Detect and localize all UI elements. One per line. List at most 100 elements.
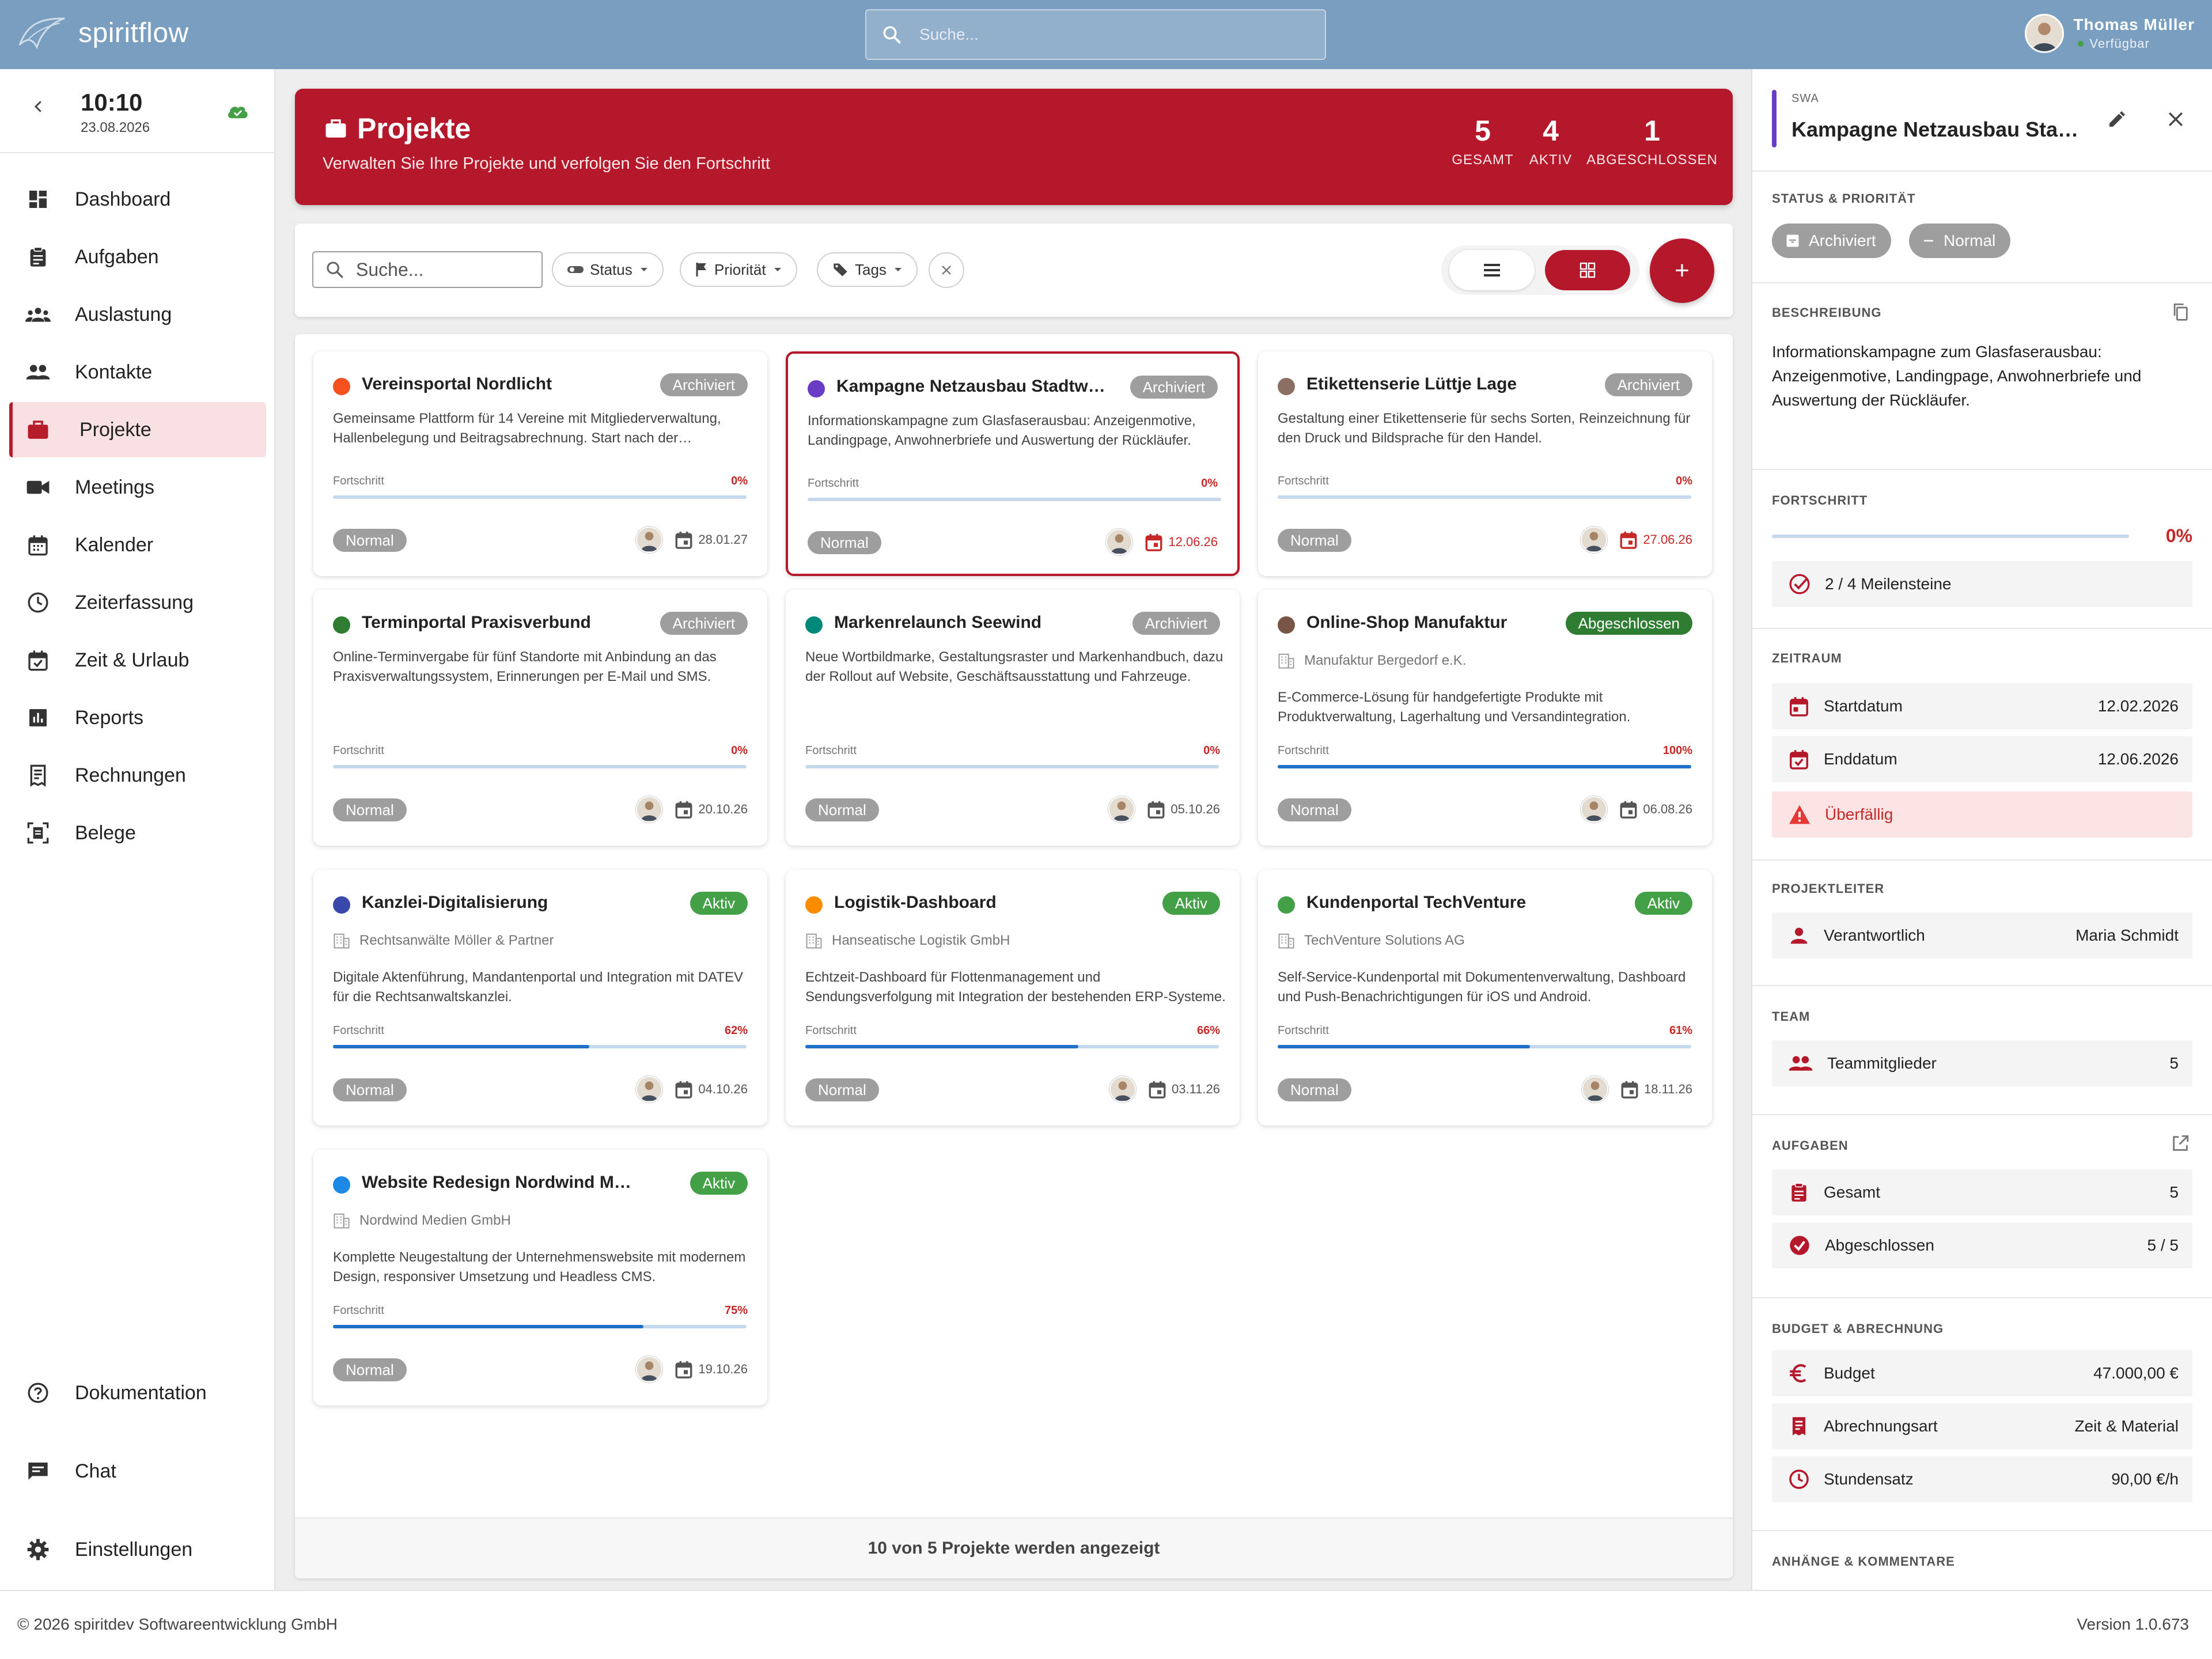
project-grid: Vereinsportal Nordlicht Archiviert Gemeins… bbox=[295, 334, 1733, 1578]
clock-date: 23.08.2026 bbox=[81, 120, 150, 135]
divider bbox=[1752, 1114, 2212, 1115]
copyright: © 2026 spiritdev Softwareentwicklung Gmb… bbox=[17, 1615, 338, 1633]
progress-bar bbox=[805, 1045, 1219, 1048]
project-card[interactable]: Website Redesign Nordwind Medien Aktiv Nor… bbox=[313, 1150, 767, 1406]
due-date: 06.08.26 bbox=[1643, 802, 1692, 816]
chevron-left-icon[interactable] bbox=[30, 98, 47, 115]
user-avatar[interactable] bbox=[2025, 14, 2065, 53]
sidebar-item-dokumentation[interactable]: Dokumentation bbox=[9, 1365, 266, 1421]
project-title: Kampagne Netzausbau Stadtwerke Ahlen bbox=[836, 377, 1107, 396]
project-card[interactable]: Kundenportal TechVenture Aktiv TechVenture… bbox=[1258, 870, 1712, 1126]
priority-chip[interactable]: Normal bbox=[1909, 224, 2011, 258]
people-icon bbox=[1789, 1056, 1813, 1071]
brand[interactable]: spiritflow bbox=[16, 13, 189, 53]
divider bbox=[1752, 1297, 2212, 1298]
list-view-button[interactable] bbox=[1449, 250, 1535, 290]
due-date: 03.11.26 bbox=[1171, 1082, 1220, 1096]
calendar-icon bbox=[1790, 697, 1808, 717]
panel-title: Kampagne Netzausbau Stadtwerke Ahlen bbox=[1791, 118, 2091, 141]
sidebar-item-rechnungen[interactable]: Rechnungen bbox=[9, 748, 266, 803]
project-card[interactable]: Vereinsportal Nordlicht Archiviert Gemeins… bbox=[313, 351, 767, 576]
priority-chip-label: Normal bbox=[1944, 232, 1996, 249]
assignee-avatar[interactable] bbox=[636, 1076, 663, 1103]
status-chip[interactable]: Archiviert bbox=[1772, 224, 1891, 258]
progress-label: Fortschritt bbox=[333, 1024, 384, 1037]
open-external-icon[interactable] bbox=[2171, 1134, 2190, 1153]
project-color-bar bbox=[1772, 90, 1777, 147]
sidebar-item-kontakte[interactable]: Kontakte bbox=[9, 344, 266, 400]
priority-filter-button[interactable]: Priorität bbox=[680, 252, 797, 287]
project-card[interactable]: Online-Shop Manufaktur Abgeschlossen Manuf… bbox=[1258, 590, 1712, 846]
progress-bar-fill bbox=[333, 1045, 590, 1048]
tasks-total-value: 5 bbox=[2169, 1183, 2179, 1201]
sidebar-item-belege[interactable]: Belege bbox=[9, 805, 266, 861]
tags-filter-button[interactable]: Tags bbox=[817, 252, 918, 287]
global-search-input[interactable]: Suche... bbox=[919, 25, 979, 44]
project-card[interactable]: Terminportal Praxisverbund Archiviert Onli… bbox=[313, 590, 767, 846]
assignee-avatar[interactable] bbox=[1581, 796, 1608, 823]
sidebar: 10:10 23.08.2026 Dashboard Aufgaben Ausl… bbox=[0, 69, 275, 1590]
project-card[interactable]: Markenrelaunch Seewind Archiviert Neue Wor… bbox=[786, 590, 1240, 846]
assignee-avatar[interactable] bbox=[636, 1356, 663, 1382]
assignee-avatar[interactable] bbox=[636, 796, 663, 823]
grid-footer: 10 von 5 Projekte werden angezeigt bbox=[295, 1517, 1733, 1578]
grid-view-button[interactable] bbox=[1545, 250, 1630, 290]
priority-badge: Normal bbox=[333, 529, 407, 552]
status-badge: Archiviert bbox=[660, 612, 748, 635]
milestones-row[interactable]: 2 / 4 Meilensteine bbox=[1772, 561, 2192, 607]
project-card[interactable]: Etikettenserie Lüttje Lage Archiviert Gest… bbox=[1258, 351, 1712, 576]
section-title: BUDGET & ABRECHNUNG bbox=[1772, 1321, 1944, 1336]
edit-icon[interactable] bbox=[2106, 109, 2127, 130]
team-row[interactable]: Teammitglieder 5 bbox=[1772, 1040, 2192, 1086]
client-label: Hanseatische Logistik GmbH bbox=[832, 933, 1010, 948]
client-name: TechVenture Solutions AG bbox=[1278, 932, 1465, 949]
sidebar-item-zeit-urlaub[interactable]: Zeit & Urlaub bbox=[9, 632, 266, 688]
sidebar-item-zeiterfassung[interactable]: Zeiterfassung bbox=[9, 575, 266, 630]
building-icon bbox=[806, 933, 822, 949]
project-card[interactable]: Logistik-Dashboard Aktiv Hanseatische Logi… bbox=[786, 870, 1240, 1126]
assignee-avatar[interactable] bbox=[1581, 1076, 1608, 1103]
sidebar-item-meetings[interactable]: Meetings bbox=[9, 460, 266, 515]
user-menu[interactable]: Thomas Müller Verfügbar bbox=[2025, 14, 2195, 53]
sidebar-item-auslastung[interactable]: Auslastung bbox=[9, 287, 266, 342]
sidebar-item-aufgaben[interactable]: Aufgaben bbox=[9, 229, 266, 285]
status-filter-button[interactable]: Status bbox=[552, 252, 664, 287]
add-project-button[interactable]: + bbox=[1650, 238, 1714, 303]
assignee-avatar[interactable] bbox=[1109, 1076, 1136, 1103]
assignee-avatar[interactable] bbox=[1581, 527, 1608, 553]
project-title: Logistik-Dashboard bbox=[834, 893, 997, 912]
sidebar-item-einstellungen[interactable]: Einstellungen bbox=[9, 1522, 266, 1577]
assignee-avatar[interactable] bbox=[1108, 796, 1135, 823]
assignee-avatar[interactable] bbox=[1106, 529, 1133, 555]
project-card[interactable]: Kanzlei-Digitalisierung Aktiv Rechtsanwält… bbox=[313, 870, 767, 1126]
sidebar-item-chat[interactable]: Chat bbox=[9, 1444, 266, 1499]
euro-icon bbox=[1790, 1364, 1806, 1382]
client-label: Rechtsanwälte Möller & Partner bbox=[359, 933, 554, 948]
sidebar-item-dashboard[interactable]: Dashboard bbox=[9, 172, 266, 227]
project-color-dot bbox=[1278, 896, 1295, 914]
help-icon bbox=[28, 1382, 48, 1403]
logo-icon bbox=[18, 17, 65, 50]
calendar-icon bbox=[1145, 533, 1162, 551]
sidebar-item-kalender[interactable]: Kalender bbox=[9, 517, 266, 573]
project-card[interactable]: Kampagne Netzausbau Stadtwerke Ahlen Arch… bbox=[786, 351, 1240, 576]
progress-value: 0% bbox=[731, 744, 748, 757]
project-description: Online-Terminvergabe für fünf Standorte … bbox=[333, 649, 717, 684]
sidebar-item-reports[interactable]: Reports bbox=[9, 690, 266, 745]
assignee-avatar[interactable] bbox=[636, 527, 663, 553]
clear-filters-button[interactable] bbox=[929, 252, 964, 288]
person-photo-icon bbox=[1109, 797, 1134, 821]
global-search[interactable]: Suche... bbox=[865, 9, 1326, 60]
project-search-input[interactable]: Suche... bbox=[312, 251, 543, 288]
section-title: ZEITRAUM bbox=[1772, 651, 1842, 665]
calendar-icon bbox=[1149, 1081, 1166, 1099]
section-title: PROJEKTLEITER bbox=[1772, 881, 1885, 896]
close-icon[interactable] bbox=[2166, 109, 2186, 129]
client-label: Nordwind Medien GmbH bbox=[359, 1213, 511, 1228]
sidebar-item-projekte[interactable]: Projekte bbox=[9, 402, 266, 457]
card-meta: 19.10.26 bbox=[636, 1356, 748, 1382]
project-detail-panel: SWA Kampagne Netzausbau Stadtwerke Ahlen… bbox=[1751, 69, 2212, 1590]
copy-icon[interactable] bbox=[2171, 302, 2190, 321]
priority-badge: Normal bbox=[333, 1078, 407, 1101]
divider bbox=[1752, 859, 2212, 861]
